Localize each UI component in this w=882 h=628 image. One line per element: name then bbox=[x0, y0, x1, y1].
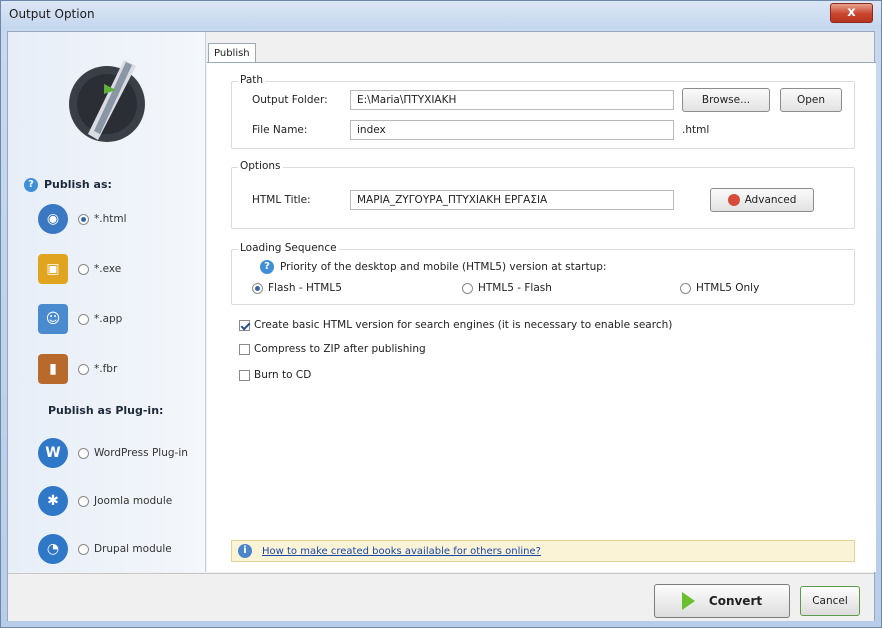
dialog-footer: Convert Cancel bbox=[8, 573, 874, 621]
format-html-label: *.html bbox=[94, 213, 127, 225]
priority-text: Priority of the desktop and mobile (HTML… bbox=[280, 261, 607, 273]
loading-html5-flash-option[interactable]: HTML5 - Flash bbox=[462, 282, 552, 294]
plugin-joomla-option[interactable]: ✱ Joomla module bbox=[38, 484, 206, 518]
window-title: Output Option bbox=[9, 7, 95, 21]
online-availability-link[interactable]: How to make created books available for … bbox=[262, 546, 541, 557]
loading-sequence-legend: Loading Sequence bbox=[238, 242, 339, 254]
options-group: Options HTML Title: ΜΑΡΙΑ_ΖΥΓΟΥΡΑ_ΠΤΥΧΙΑ… bbox=[231, 160, 855, 229]
plugin-drupal-option[interactable]: ◔ Drupal module bbox=[38, 532, 206, 566]
app-logo-icon bbox=[69, 60, 145, 142]
output-option-window: Output Option x ? Publish as: ◉ *.html ▣ bbox=[0, 0, 882, 628]
loading-flash-html5-label: Flash - HTML5 bbox=[268, 282, 342, 294]
advanced-icon bbox=[727, 194, 740, 206]
format-exe-radio[interactable] bbox=[78, 263, 89, 275]
format-fbr-label: *.fbr bbox=[94, 363, 118, 375]
zip-label: Compress to ZIP after publishing bbox=[254, 343, 426, 355]
loading-html5-only-radio[interactable] bbox=[680, 282, 691, 294]
plugin-drupal-label: Drupal module bbox=[94, 543, 172, 555]
options-legend: Options bbox=[238, 160, 283, 172]
publish-type-panel: ? Publish as: ◉ *.html ▣ *.exe ☺ *.app ▮ … bbox=[8, 32, 206, 572]
loading-flash-html5-radio[interactable] bbox=[252, 282, 263, 294]
package-icon: ▣ bbox=[38, 254, 68, 284]
help-icon: ? bbox=[24, 178, 38, 192]
priority-row: ? Priority of the desktop and mobile (HT… bbox=[260, 260, 606, 274]
loading-html5-only-label: HTML5 Only bbox=[696, 282, 760, 294]
browse-button[interactable]: Browse... bbox=[682, 88, 770, 112]
publish-as-heading: ? Publish as: bbox=[24, 178, 112, 192]
basic-html-label: Create basic HTML version for search eng… bbox=[254, 319, 673, 331]
format-app-radio[interactable] bbox=[78, 313, 89, 325]
advanced-label: Advanced bbox=[744, 194, 797, 206]
title-bar: Output Option x bbox=[1, 1, 881, 29]
file-name-input[interactable]: index bbox=[350, 120, 674, 140]
publish-plugin-heading: Publish as Plug-in: bbox=[48, 404, 164, 417]
format-html-option[interactable]: ◉ *.html bbox=[38, 202, 206, 236]
loading-sequence-group: Loading Sequence ? Priority of the deskt… bbox=[231, 242, 855, 305]
burn-cd-checkbox-row[interactable]: Burn to CD bbox=[239, 369, 311, 381]
loading-html5-flash-label: HTML5 - Flash bbox=[478, 282, 552, 294]
format-fbr-radio[interactable] bbox=[78, 363, 89, 375]
format-exe-label: *.exe bbox=[94, 263, 122, 275]
basic-html-checkbox-row[interactable]: Create basic HTML version for search eng… bbox=[239, 319, 672, 331]
loading-html5-flash-radio[interactable] bbox=[462, 282, 473, 294]
info-bar: i How to make created books available fo… bbox=[231, 540, 855, 562]
format-exe-option[interactable]: ▣ *.exe bbox=[38, 252, 206, 286]
format-fbr-option[interactable]: ▮ *.fbr bbox=[38, 352, 206, 386]
path-legend: Path bbox=[238, 74, 266, 86]
plugin-wordpress-option[interactable]: W WordPress Plug-in bbox=[38, 436, 206, 470]
close-icon: x bbox=[847, 5, 856, 20]
file-name-label: File Name: bbox=[252, 124, 308, 136]
format-app-label: *.app bbox=[94, 313, 123, 325]
help-icon: ? bbox=[260, 260, 274, 274]
loading-flash-html5-option[interactable]: Flash - HTML5 bbox=[252, 282, 342, 294]
output-folder-label: Output Folder: bbox=[252, 94, 328, 106]
zip-checkbox-row[interactable]: Compress to ZIP after publishing bbox=[239, 343, 426, 355]
publish-as-label: Publish as: bbox=[44, 178, 112, 191]
drupal-icon: ◔ bbox=[38, 534, 68, 564]
plugin-drupal-radio[interactable] bbox=[78, 543, 89, 555]
wordpress-icon: W bbox=[38, 438, 68, 468]
format-html-radio[interactable] bbox=[78, 213, 89, 225]
cancel-button[interactable]: Cancel bbox=[800, 586, 860, 616]
loading-html5-only-option[interactable]: HTML5 Only bbox=[680, 282, 759, 294]
dialog-client: ? Publish as: ◉ *.html ▣ *.exe ☺ *.app ▮ … bbox=[7, 31, 876, 621]
globe-icon: ◉ bbox=[38, 204, 68, 234]
basic-html-checkbox[interactable] bbox=[239, 319, 250, 331]
output-folder-input[interactable]: E:\Maria\ΠΤΥΧΙΑΚΗ bbox=[350, 90, 674, 110]
plugin-wordpress-label: WordPress Plug-in bbox=[94, 447, 188, 459]
plugin-joomla-label: Joomla module bbox=[94, 495, 173, 507]
file-extension-label: .html bbox=[682, 124, 710, 136]
burn-cd-label: Burn to CD bbox=[254, 369, 312, 381]
play-arrow-icon bbox=[681, 592, 695, 610]
html-title-input[interactable]: ΜΑΡΙΑ_ΖΥΓΟΥΡΑ_ΠΤΥΧΙΑΚΗ ΕΡΓΑΣΙΑ bbox=[350, 190, 674, 210]
joomla-icon: ✱ bbox=[38, 486, 68, 516]
advanced-button[interactable]: Advanced bbox=[710, 188, 814, 212]
convert-button[interactable]: Convert bbox=[654, 584, 790, 618]
info-icon: i bbox=[238, 544, 252, 558]
zip-checkbox[interactable] bbox=[239, 343, 250, 355]
mac-finder-icon: ☺ bbox=[38, 304, 68, 334]
convert-label: Convert bbox=[708, 594, 763, 608]
format-app-option[interactable]: ☺ *.app bbox=[38, 302, 206, 336]
open-button[interactable]: Open bbox=[780, 88, 842, 112]
plugin-joomla-radio[interactable] bbox=[78, 495, 89, 507]
tab-publish[interactable]: Publish bbox=[208, 43, 256, 63]
html-title-label: HTML Title: bbox=[252, 194, 311, 206]
burn-cd-checkbox[interactable] bbox=[239, 369, 250, 381]
path-group: Path Output Folder: E:\Maria\ΠΤΥΧΙΑΚΗ Br… bbox=[231, 74, 855, 149]
publish-tab-pane: Path Output Folder: E:\Maria\ΠΤΥΧΙΑΚΗ Br… bbox=[207, 62, 876, 572]
book-icon: ▮ bbox=[38, 354, 68, 384]
close-button[interactable]: x bbox=[830, 3, 873, 23]
plugin-wordpress-radio[interactable] bbox=[78, 447, 89, 459]
